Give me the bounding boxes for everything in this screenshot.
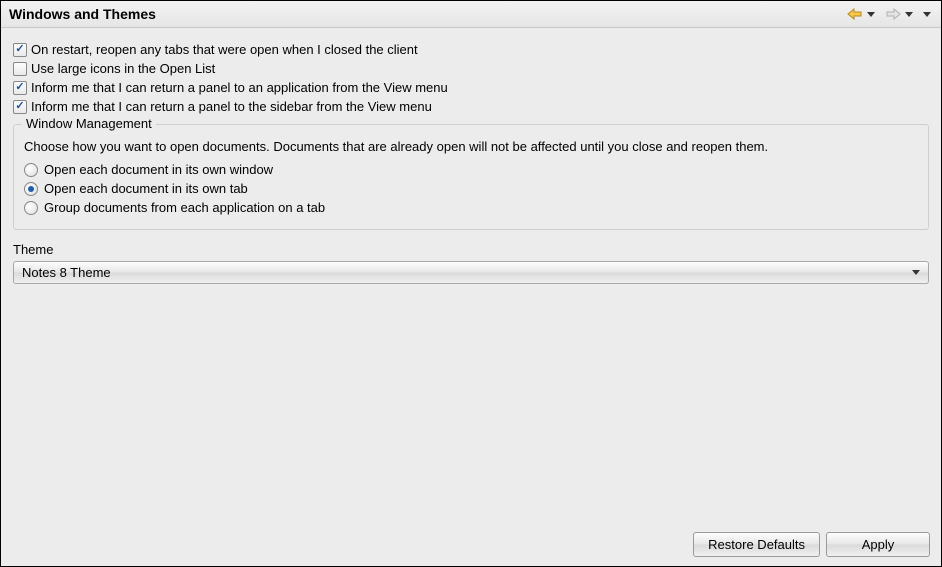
window-management-description: Choose how you want to open documents. D… (24, 139, 918, 154)
radio-own-tab: Open each document in its own tab (24, 181, 918, 196)
checkbox-input-panel-sidebar[interactable] (13, 100, 27, 114)
theme-section: Theme Notes 8 Theme (13, 242, 929, 284)
radio-input-group-tab[interactable] (24, 201, 38, 215)
checkbox-panel-sidebar: Inform me that I can return a panel to t… (13, 99, 929, 114)
back-dropdown-icon[interactable] (867, 12, 875, 17)
radio-own-window: Open each document in its own window (24, 162, 918, 177)
checkbox-label: On restart, reopen any tabs that were op… (31, 42, 418, 57)
back-arrow-icon[interactable] (847, 7, 863, 21)
checkbox-label: Use large icons in the Open List (31, 61, 215, 76)
forward-dropdown-icon[interactable] (905, 12, 913, 17)
checkbox-large-icons: Use large icons in the Open List (13, 61, 929, 76)
window-management-legend: Window Management (22, 116, 156, 131)
checkbox-panel-application: Inform me that I can return a panel to a… (13, 80, 929, 95)
page-title: Windows and Themes (9, 6, 156, 22)
header: Windows and Themes (1, 1, 941, 28)
checkbox-input-panel-application[interactable] (13, 81, 27, 95)
theme-select[interactable]: Notes 8 Theme (13, 261, 929, 284)
radio-label: Open each document in its own window (44, 162, 273, 177)
theme-selected-value: Notes 8 Theme (22, 265, 111, 280)
checkbox-input-large-icons[interactable] (13, 62, 27, 76)
radio-label: Open each document in its own tab (44, 181, 248, 196)
radio-input-own-tab[interactable] (24, 182, 38, 196)
radio-input-own-window[interactable] (24, 163, 38, 177)
checkbox-label: Inform me that I can return a panel to a… (31, 80, 448, 95)
radio-label: Group documents from each application on… (44, 200, 325, 215)
chevron-down-icon (912, 270, 920, 275)
forward-arrow-icon[interactable] (885, 7, 901, 21)
radio-group-tab: Group documents from each application on… (24, 200, 918, 215)
content-area: On restart, reopen any tabs that were op… (1, 28, 941, 294)
menu-dropdown-icon[interactable] (923, 12, 931, 17)
restore-defaults-button[interactable]: Restore Defaults (693, 532, 820, 557)
footer-buttons: Restore Defaults Apply (693, 532, 930, 557)
nav-icons (847, 7, 931, 21)
window-management-group: Window Management Choose how you want to… (13, 124, 929, 230)
apply-button[interactable]: Apply (826, 532, 930, 557)
checkbox-reopen-tabs: On restart, reopen any tabs that were op… (13, 42, 929, 57)
checkbox-input-reopen-tabs[interactable] (13, 43, 27, 57)
checkbox-label: Inform me that I can return a panel to t… (31, 99, 432, 114)
theme-label: Theme (13, 242, 929, 257)
